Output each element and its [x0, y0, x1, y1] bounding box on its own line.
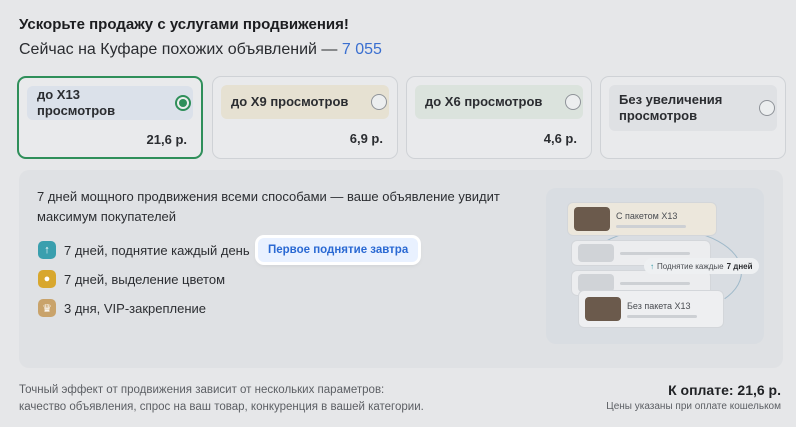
listing-thumb: [574, 207, 610, 231]
option-label-pill: до Х6 просмотров: [415, 85, 583, 119]
total-to-pay: К оплате: 21,6 р.: [668, 382, 781, 398]
with-package-label: С пакетом Х13: [616, 210, 678, 221]
radio-icon[interactable]: [565, 94, 581, 110]
placeholder-line: [620, 281, 690, 285]
feature-text: 3 дня, VIP-закрепление: [64, 300, 207, 316]
listing-thumb: [585, 297, 621, 321]
lift-arrow-icon: ↑: [650, 261, 654, 271]
lift-arrow-icon: ↑: [38, 241, 56, 259]
listing-with-package: С пакетом Х13: [567, 202, 717, 236]
disclaimer-line: Точный эффект от продвижения зависит от …: [19, 384, 385, 396]
listing-thumb-placeholder: [578, 244, 614, 262]
option-label-pill: до Х13 просмотров: [27, 86, 193, 120]
feature-highlight: ● 7 дней, выделение цветом: [19, 269, 225, 289]
package-description: 7 дней мощного продвижения всеми способа…: [37, 189, 500, 224]
listing-without-package: Без пакета Х13: [578, 290, 724, 328]
option-label: до Х9 просмотров: [231, 94, 349, 109]
effect-disclaimer: Точный эффект от продвижения зависит от …: [19, 382, 459, 416]
promo-subtitle: Сейчас на Куфаре похожих объявлений — 7 …: [19, 41, 382, 59]
placeholder-line: [627, 314, 697, 318]
option-card-none[interactable]: Без увеличения просмотров: [600, 76, 786, 159]
similar-count: 7 055: [341, 41, 382, 58]
radio-selected-icon[interactable]: [175, 95, 191, 111]
highlight-color-icon: ●: [38, 270, 56, 288]
lift-frequency-badge: ↑ Поднятие каждые 7 дней: [644, 258, 759, 274]
option-price: 21,6 р.: [146, 132, 187, 147]
feature-text: 7 дней, выделение цветом: [64, 271, 226, 287]
option-label: до Х13 просмотров: [37, 87, 116, 118]
option-card-x6[interactable]: до Х6 просмотров 4,6 р.: [406, 76, 592, 159]
option-price: 4,6 р.: [543, 131, 577, 146]
without-package-label: Без пакета Х13: [627, 300, 691, 311]
first-lift-tooltip: Первое поднятие завтра: [258, 238, 419, 262]
feature-vip: ♛ 3 дня, VIP-закрепление: [19, 298, 206, 318]
wallet-price-note: Цены указаны при оплате кошельком: [606, 401, 781, 412]
option-price: 6,9 р.: [349, 131, 383, 146]
lift-badge-prefix: Поднятие каждые: [657, 261, 724, 271]
promo-options: до Х13 просмотров 21,6 р. до Х9 просмотр…: [17, 76, 786, 159]
promo-title: Ускорьте продажу с услугами продвижения!: [19, 16, 349, 33]
feature-text: 7 дней, поднятие каждый день: [64, 242, 250, 258]
lift-badge-value: 7 дней: [726, 261, 753, 271]
option-label: до Х6 просмотров: [425, 94, 543, 109]
radio-icon[interactable]: [759, 100, 775, 116]
subtitle-text: Сейчас на Куфаре похожих объявлений —: [19, 41, 342, 58]
option-label-pill: Без увеличения просмотров: [609, 85, 777, 131]
placeholder-line: [620, 251, 690, 255]
feature-lift: ↑ 7 дней, поднятие каждый день: [19, 240, 250, 260]
option-label-pill: до Х9 просмотров: [221, 85, 389, 119]
radio-icon[interactable]: [371, 94, 387, 110]
crown-icon: ♛: [38, 299, 56, 317]
option-label: Без увеличения просмотров: [619, 92, 723, 123]
disclaimer-line: качество объявления, спрос на ваш товар,…: [19, 401, 424, 413]
option-card-x9[interactable]: до Х9 просмотров 6,9 р.: [212, 76, 398, 159]
placeholder-line: [616, 224, 686, 228]
option-card-x13[interactable]: до Х13 просмотров 21,6 р.: [17, 76, 203, 159]
